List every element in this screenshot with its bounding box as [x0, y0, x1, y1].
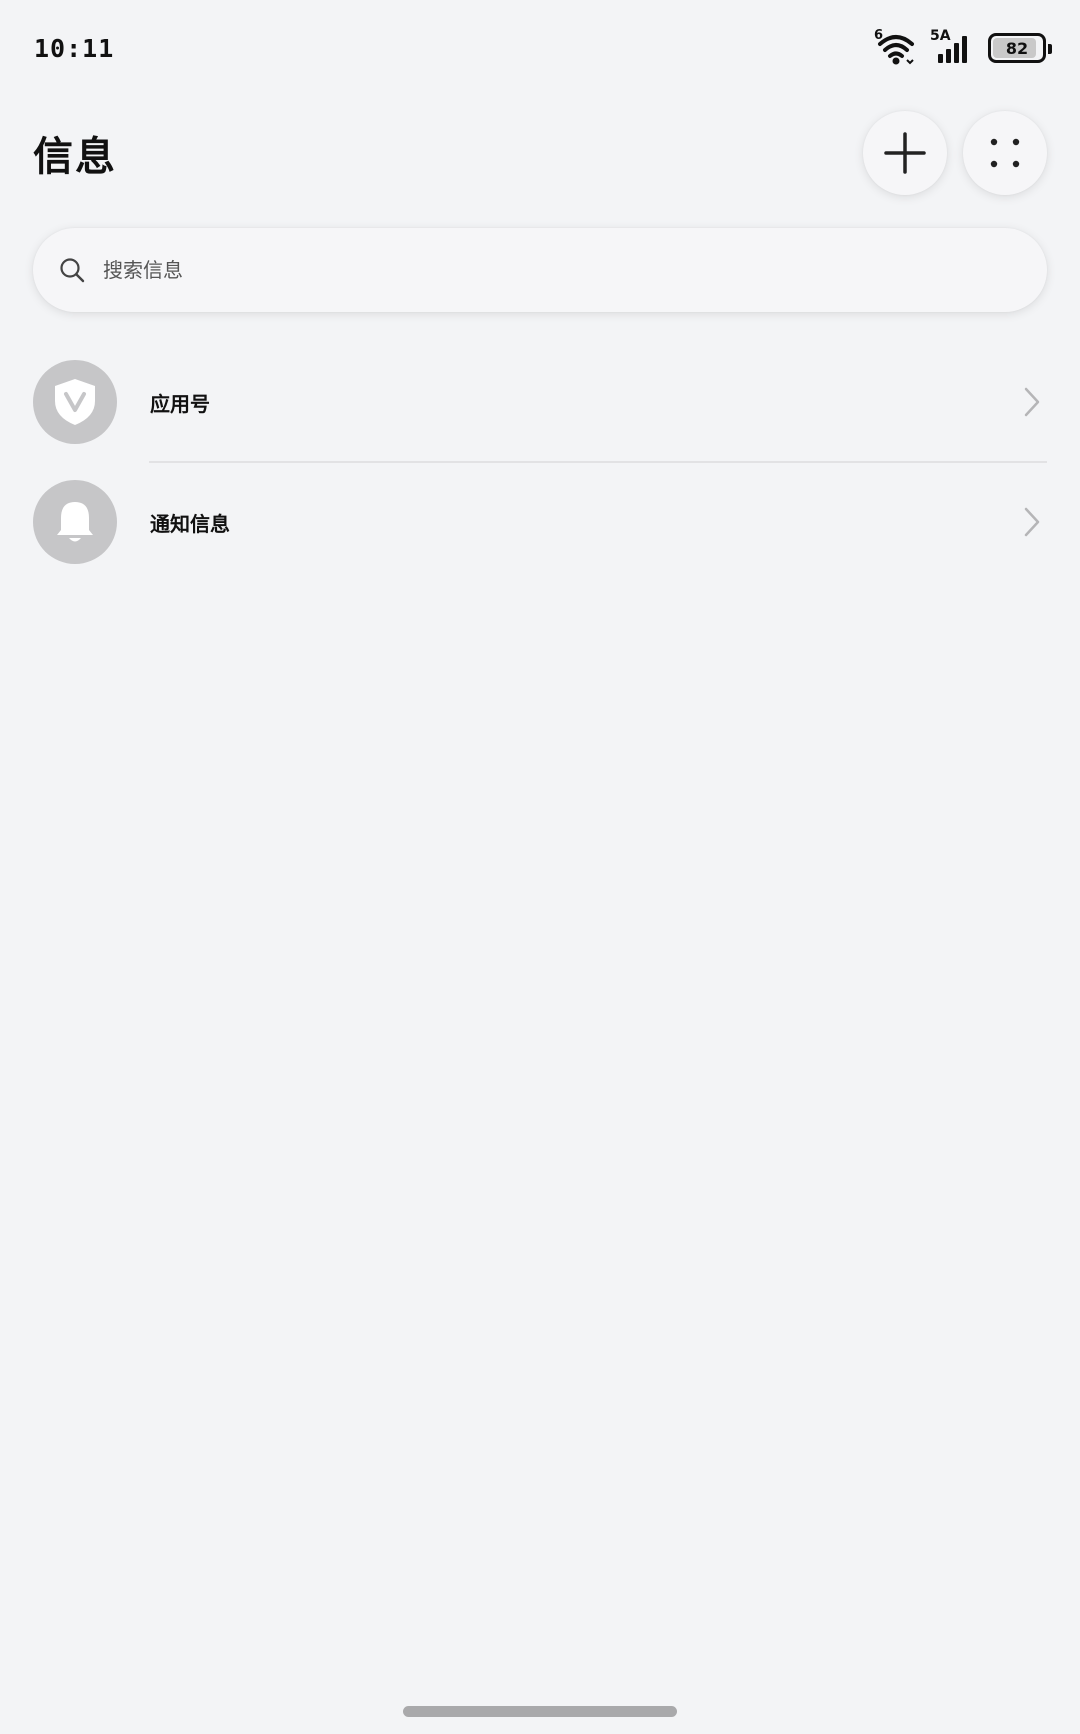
shield-v-icon — [55, 379, 95, 425]
avatar — [33, 480, 117, 564]
wifi-badge: 6 — [874, 28, 884, 43]
chevron-right-icon — [1021, 385, 1043, 419]
add-button[interactable] — [863, 111, 947, 195]
bell-icon — [57, 502, 93, 542]
list-item-app-accounts[interactable]: 应用号 — [33, 343, 1047, 461]
status-time: 10:11 — [34, 33, 115, 63]
search-bar[interactable] — [33, 228, 1047, 312]
battery-icon: 82 — [988, 33, 1052, 63]
avatar — [33, 360, 117, 444]
header: 信息 — [33, 110, 1047, 196]
chevron-right-icon — [1021, 505, 1043, 539]
search-icon — [60, 258, 85, 283]
dots-icon — [990, 138, 1020, 168]
more-button[interactable] — [963, 111, 1047, 195]
message-list: 应用号 通知信息 — [33, 343, 1047, 581]
search-input[interactable] — [101, 257, 955, 283]
list-item-label: 通知信息 — [150, 511, 230, 536]
header-actions — [863, 111, 1047, 195]
home-indicator[interactable] — [403, 1706, 677, 1717]
signal-badge: 5A — [930, 28, 951, 44]
signal-icon: 5A — [930, 28, 976, 66]
list-item-label: 应用号 — [150, 391, 210, 416]
page-title: 信息 — [33, 134, 117, 180]
status-icons: 6 5A 82 — [874, 28, 1052, 66]
list-item-notifications[interactable]: 通知信息 — [33, 463, 1047, 581]
status-bar: 10:11 6 5A 82 — [34, 28, 1052, 68]
plus-icon — [884, 132, 926, 174]
battery-level: 82 — [1005, 38, 1029, 58]
wifi-icon: 6 — [874, 28, 918, 66]
